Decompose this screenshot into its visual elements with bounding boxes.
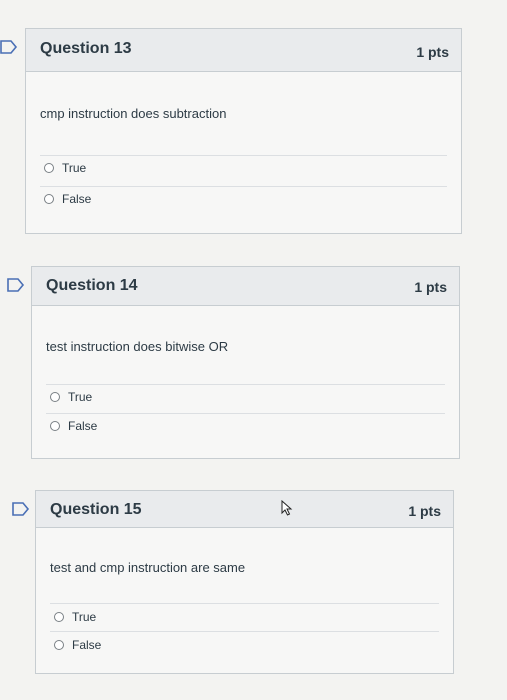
answer-true[interactable]: True bbox=[44, 161, 86, 175]
radio-icon[interactable] bbox=[54, 640, 64, 650]
answer-false[interactable]: False bbox=[44, 192, 91, 206]
answer-false[interactable]: False bbox=[50, 419, 97, 433]
question-14-header: Question 14 1 pts bbox=[32, 267, 459, 306]
divider bbox=[50, 631, 439, 632]
question-text: test instruction does bitwise OR bbox=[46, 339, 229, 354]
question-13-header: Question 13 1 pts bbox=[26, 29, 461, 72]
answer-label: False bbox=[72, 638, 102, 652]
question-14-card: Question 14 1 pts test instruction does … bbox=[31, 266, 460, 459]
flag-question-15-icon[interactable] bbox=[12, 502, 32, 516]
divider bbox=[50, 603, 439, 604]
question-title: Question 13 bbox=[40, 40, 132, 57]
answer-false[interactable]: False bbox=[54, 638, 101, 652]
answer-label: True bbox=[68, 390, 93, 404]
question-text: cmp instruction does subtraction bbox=[40, 106, 227, 121]
question-13-card: Question 13 1 pts cmp instruction does s… bbox=[25, 28, 462, 234]
question-points: 1 pts bbox=[414, 279, 447, 295]
flag-question-14-icon[interactable] bbox=[7, 278, 27, 292]
answer-true[interactable]: True bbox=[54, 610, 96, 624]
question-text: test and cmp instruction are same bbox=[50, 560, 246, 575]
radio-icon[interactable] bbox=[44, 163, 54, 173]
divider bbox=[46, 384, 445, 385]
radio-icon[interactable] bbox=[50, 392, 60, 402]
question-points: 1 pts bbox=[408, 503, 441, 519]
question-points: 1 pts bbox=[416, 44, 449, 60]
mouse-cursor-icon bbox=[281, 499, 293, 521]
answer-label: False bbox=[62, 192, 92, 206]
answer-label: False bbox=[68, 419, 98, 433]
question-15-header: Question 15 1 pts bbox=[36, 491, 453, 528]
divider bbox=[40, 186, 447, 187]
answer-label: True bbox=[72, 610, 97, 624]
question-title: Question 14 bbox=[46, 277, 138, 294]
answer-label: True bbox=[62, 161, 87, 175]
answer-true[interactable]: True bbox=[50, 390, 92, 404]
flag-question-13-icon[interactable] bbox=[0, 40, 20, 54]
radio-icon[interactable] bbox=[50, 421, 60, 431]
question-title: Question 15 bbox=[50, 501, 142, 518]
divider bbox=[46, 413, 445, 414]
divider bbox=[40, 155, 447, 156]
question-15-card: Question 15 1 pts test and cmp instructi… bbox=[35, 490, 454, 674]
radio-icon[interactable] bbox=[44, 194, 54, 204]
radio-icon[interactable] bbox=[54, 612, 64, 622]
